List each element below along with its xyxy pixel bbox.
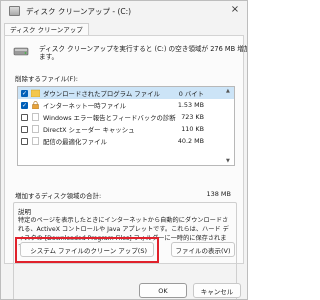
list-item[interactable]: 配信の最適化ファイル 40.2 MB xyxy=(18,135,234,147)
item-size: 110 KB xyxy=(181,125,204,133)
checkbox[interactable]: ✓ xyxy=(21,101,28,109)
item-label: 配信の最適化ファイル xyxy=(43,137,107,146)
title-bar: ディスク クリーンアップ - (C:) × xyxy=(1,1,247,21)
document-icon xyxy=(32,125,39,133)
intro-line-2: ます。 xyxy=(39,53,59,61)
folder-icon xyxy=(31,89,40,97)
disk-cleanup-window: ディスク クリーンアップ - (C:) × ディスク クリーンアップ ディスク … xyxy=(0,0,248,300)
item-size: 0 バイト xyxy=(178,89,204,98)
checkbox[interactable] xyxy=(21,113,28,121)
total-space-label: 増加するディスク領域の合計: xyxy=(15,192,102,200)
disk-cleanup-icon xyxy=(9,6,20,16)
files-to-delete-label: 削除するファイル(F): xyxy=(15,75,79,83)
description-title: 説明 xyxy=(18,208,31,216)
item-label: ダウンロードされたプログラム ファイル xyxy=(43,89,160,98)
tab-strip: ディスク クリーンアップ xyxy=(4,23,89,36)
item-size: 1.53 MB xyxy=(177,101,204,109)
ok-button[interactable]: OK xyxy=(139,283,187,298)
tab-panel: ディスク クリーンアップを実行すると (C:) の空き領域が 276 MB 増加… xyxy=(4,35,248,299)
file-list[interactable]: ✓ ダウンロードされたプログラム ファイル 0 バイト ✓ インターネット一時フ… xyxy=(17,86,235,166)
list-scrollbar[interactable]: ▲ ▼ xyxy=(225,88,233,164)
intro-line-1: ディスク クリーンアップを実行すると (C:) の空き領域が 276 MB 増加… xyxy=(39,45,248,53)
document-icon xyxy=(32,137,39,145)
item-label: Windows エラー報告とフィードバックの診断 xyxy=(43,113,176,122)
checkbox[interactable] xyxy=(21,137,28,145)
drive-icon xyxy=(13,47,29,56)
scroll-down-icon[interactable]: ▼ xyxy=(226,158,230,164)
document-icon xyxy=(32,113,39,121)
window-title: ディスク クリーンアップ - (C:) xyxy=(26,6,132,16)
list-item[interactable]: Windows エラー報告とフィードバックの診断 723 KB xyxy=(18,111,234,123)
cleanup-system-files-label: システム ファイルのクリーン アップ(S) xyxy=(30,246,147,255)
intro-text: ディスク クリーンアップを実行すると (C:) の空き領域が 276 MB 増加… xyxy=(39,45,248,61)
list-item[interactable]: DirectX シェーダー キャッシュ 110 KB xyxy=(18,123,234,135)
view-files-button[interactable]: ファイルの表示(V) xyxy=(171,242,235,257)
close-button[interactable]: × xyxy=(229,4,241,16)
checkbox[interactable] xyxy=(21,125,28,133)
cleanup-system-files-button[interactable]: システム ファイルのクリーン アップ(S) xyxy=(20,242,154,257)
item-label: DirectX シェーダー キャッシュ xyxy=(43,125,135,134)
checkbox[interactable]: ✓ xyxy=(21,89,28,97)
total-space-value: 138 MB xyxy=(206,190,231,198)
cancel-button[interactable]: キャンセル xyxy=(193,283,241,298)
list-item[interactable]: ✓ インターネット一時ファイル 1.53 MB xyxy=(18,99,234,111)
item-size: 40.2 MB xyxy=(177,137,204,145)
item-label: インターネット一時ファイル xyxy=(43,101,127,110)
lock-icon xyxy=(32,101,39,109)
list-item[interactable]: ✓ ダウンロードされたプログラム ファイル 0 バイト xyxy=(18,87,234,99)
scroll-up-icon[interactable]: ▲ xyxy=(226,88,230,94)
item-size: 723 KB xyxy=(181,113,204,121)
